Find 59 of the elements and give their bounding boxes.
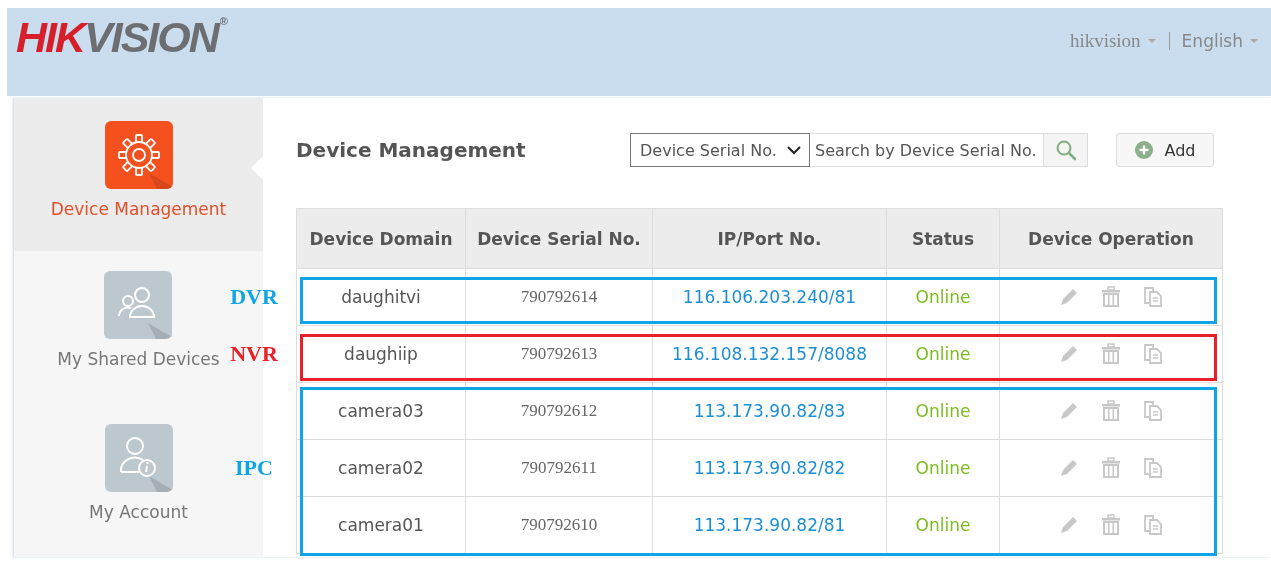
sidebar-item[interactable]: My Account — [89, 404, 188, 557]
table-cell: camera03 — [296, 382, 466, 440]
trash-icon — [1100, 400, 1122, 422]
language-menu[interactable]: English — [1181, 31, 1259, 51]
trash-icon — [1100, 514, 1122, 536]
brand-logo: HIKVISION$^{®}$ — [16, 16, 228, 59]
table-cell: 116.106.203.240/81 — [652, 268, 887, 326]
chevron-down-icon — [787, 145, 801, 155]
table-cell: 790792611 — [465, 439, 653, 497]
annotation-label: DVR — [229, 284, 279, 310]
table-cell: Online — [886, 439, 1000, 497]
gear-icon — [104, 121, 173, 189]
add-button[interactable]: Add — [1116, 133, 1214, 167]
trash-icon — [1100, 343, 1122, 365]
plus-icon — [1134, 141, 1153, 159]
trash-icon — [1100, 286, 1122, 308]
copy-icon — [1142, 457, 1164, 479]
trash-icon — [1100, 457, 1122, 479]
table-cell: camera02 — [296, 439, 466, 497]
column-header: Device Domain — [296, 208, 466, 269]
copy-icon — [1142, 400, 1164, 422]
user-info-icon — [104, 424, 173, 492]
table-cell: 790792614 — [465, 268, 653, 326]
table-cell: camera01 — [296, 496, 466, 554]
sidebar-item[interactable]: Device Management — [14, 98, 263, 251]
column-header: Device Serial No. — [465, 208, 653, 269]
caret-icon — [1249, 38, 1259, 44]
table-cell: 790792613 — [465, 325, 653, 383]
pencil-icon — [1058, 514, 1080, 536]
table-cell: Online — [886, 268, 1000, 326]
table-cell: 790792612 — [465, 382, 653, 440]
table-cell: daughitvi — [296, 268, 466, 326]
table-cell: Online — [886, 382, 1000, 440]
column-header: Status — [886, 208, 1000, 269]
table-cell: daughiip — [296, 325, 466, 383]
search-icon — [1054, 139, 1077, 161]
page-title: Device Management — [296, 138, 527, 162]
users-icon — [104, 271, 173, 339]
caret-icon — [1146, 38, 1157, 44]
pencil-icon — [1058, 343, 1080, 365]
annotation-label: IPC — [234, 455, 274, 481]
search-field[interactable]: Search by Device Serial No. — [810, 133, 1044, 167]
user-menu[interactable]: hikvision — [1069, 30, 1157, 52]
column-header: IP/Port No. — [652, 208, 887, 269]
filter-dropdown[interactable]: Device Serial No. — [630, 133, 810, 167]
table-cell: 113.173.90.82/83 — [652, 382, 887, 440]
annotation-label: NVR — [229, 341, 279, 367]
sidebar-item[interactable]: My Shared Devices — [57, 251, 220, 404]
table-cell: Online — [886, 325, 1000, 383]
column-header: Device Operation — [999, 208, 1223, 269]
pencil-icon — [1058, 286, 1080, 308]
table-cell: 113.173.90.82/82 — [652, 439, 887, 497]
table-cell: 116.108.132.157/8088 — [652, 325, 887, 383]
pencil-icon — [1058, 400, 1080, 422]
copy-icon — [1142, 514, 1164, 536]
search-button[interactable] — [1044, 133, 1088, 167]
copy-icon — [1142, 343, 1164, 365]
pencil-icon — [1058, 457, 1080, 479]
copy-icon — [1142, 286, 1164, 308]
